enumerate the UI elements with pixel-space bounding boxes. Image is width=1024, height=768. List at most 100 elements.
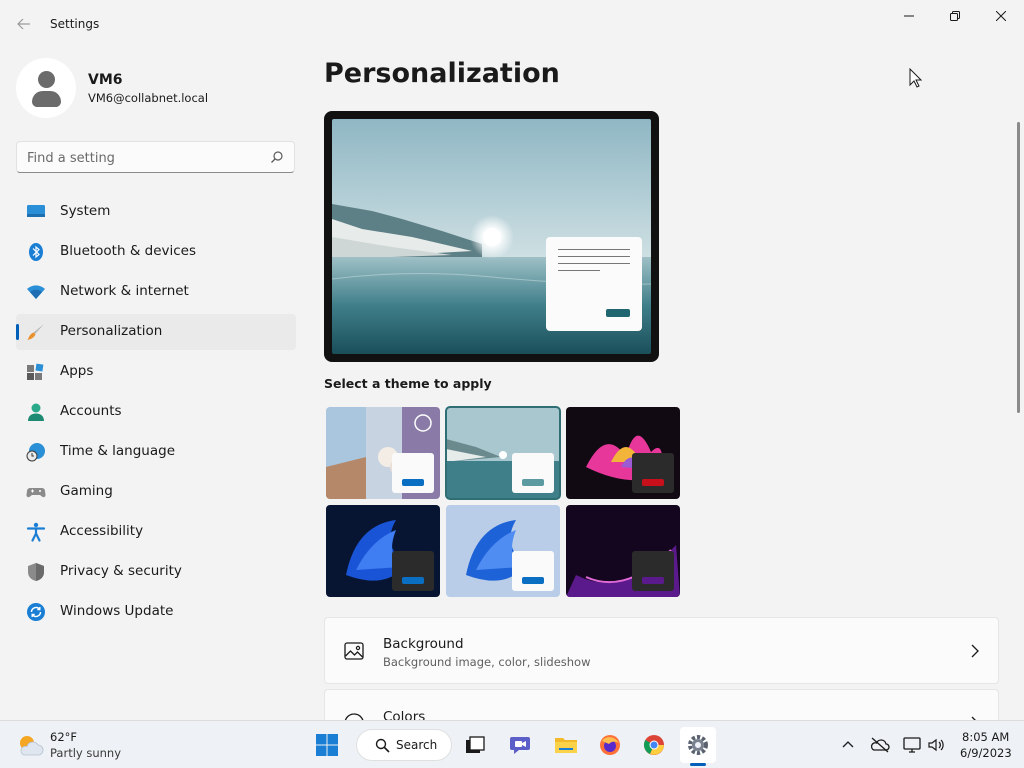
- theme-6-accent: [642, 577, 664, 584]
- search-icon: [271, 151, 283, 163]
- globe-clock-icon: [26, 443, 45, 462]
- preview-window: [546, 237, 642, 331]
- user-email: VM6@collabnet.local: [88, 91, 209, 105]
- scrollbar-thumb[interactable]: [1017, 122, 1020, 413]
- avatar[interactable]: [16, 58, 76, 118]
- firefox-icon: [600, 735, 620, 755]
- person-icon: [28, 403, 44, 421]
- chevron-right-icon: [971, 644, 979, 658]
- theme-tile-2[interactable]: [445, 406, 561, 500]
- gear-icon: [688, 735, 708, 755]
- mouse-cursor-icon: [909, 68, 923, 88]
- search-box[interactable]: [16, 141, 295, 173]
- minimize-icon: [904, 15, 914, 17]
- bluetooth-icon: [29, 243, 43, 261]
- wifi-icon: [27, 285, 45, 299]
- page-title: Personalization: [324, 58, 560, 89]
- theme-2-window: [512, 453, 554, 493]
- clock-date[interactable]: 6/9/2023: [960, 746, 1012, 760]
- sidebar-item-bluetooth[interactable]: Bluetooth & devices: [16, 234, 296, 270]
- back-button[interactable]: [12, 12, 36, 36]
- settings-taskbar-button[interactable]: [680, 727, 716, 763]
- theme-tile-1[interactable]: [326, 407, 440, 499]
- taskbar: 62°F Partly sunny Search 8:05 AM 6/9/202…: [0, 720, 1024, 768]
- task-view-button[interactable]: [457, 727, 493, 763]
- file-explorer-button[interactable]: [548, 727, 584, 763]
- theme-preview: [324, 111, 659, 362]
- weather-temperature: 62°F: [50, 730, 77, 744]
- avatar-body: [32, 91, 61, 107]
- active-app-indicator: [690, 763, 706, 766]
- sidebar-item-windows-update[interactable]: Windows Update: [16, 594, 296, 630]
- weather-description: Partly sunny: [50, 746, 122, 760]
- sidebar-item-label: Bluetooth & devices: [60, 243, 197, 259]
- theme-4-window: [392, 551, 434, 591]
- taskbar-search-label: Search: [396, 738, 438, 752]
- avatar-head: [38, 71, 55, 88]
- image-icon: [344, 642, 364, 660]
- window-title: Settings: [50, 17, 100, 31]
- theme-grid: [324, 405, 684, 597]
- firefox-button[interactable]: [592, 727, 628, 763]
- search-icon: [375, 738, 390, 753]
- sidebar-item-accounts[interactable]: Accounts: [16, 394, 296, 430]
- preview-wallpaper: [332, 119, 651, 354]
- sidebar-item-personalization[interactable]: Personalization: [16, 314, 296, 350]
- chevron-up-icon[interactable]: [838, 735, 858, 755]
- preview-line: [558, 263, 630, 264]
- restore-button[interactable]: [932, 0, 978, 32]
- network-wired-icon[interactable]: [902, 735, 922, 755]
- sidebar-item-label: Gaming: [60, 483, 113, 499]
- user-name: VM6: [88, 72, 123, 88]
- taskbar-search[interactable]: Search: [356, 729, 452, 761]
- task-view-icon: [466, 736, 485, 753]
- monitor-icon: [27, 205, 45, 217]
- preview-line: [558, 249, 630, 250]
- sidebar-item-label: Accounts: [60, 403, 122, 419]
- card-title: Background: [383, 636, 464, 652]
- sidebar-nav: System Bluetooth & devices Network & int…: [16, 194, 296, 634]
- preview-line: [558, 270, 600, 271]
- chrome-icon: [644, 735, 664, 755]
- sidebar-item-network[interactable]: Network & internet: [16, 274, 296, 310]
- sidebar-item-label: Windows Update: [60, 603, 174, 619]
- theme-tile-3[interactable]: [566, 407, 680, 499]
- background-setting-card[interactable]: Background Background image, color, slid…: [324, 617, 999, 684]
- close-icon: [996, 11, 1006, 21]
- onedrive-offline-icon[interactable]: [870, 735, 890, 755]
- search-input[interactable]: [27, 148, 267, 168]
- preview-line: [558, 256, 630, 257]
- theme-tile-4[interactable]: [326, 505, 440, 597]
- theme-tile-6[interactable]: [566, 505, 680, 597]
- theme-6-window: [632, 551, 674, 591]
- shield-icon: [28, 563, 44, 581]
- sidebar-item-accessibility[interactable]: Accessibility: [16, 514, 296, 550]
- sidebar-item-system[interactable]: System: [16, 194, 296, 230]
- card-subtitle: Background image, color, slideshow: [383, 655, 591, 669]
- preview-accent-button: [606, 309, 630, 317]
- close-button[interactable]: [978, 0, 1024, 32]
- teams-chat-button[interactable]: [503, 727, 539, 763]
- theme-1-window: [392, 453, 434, 493]
- theme-tile-5[interactable]: [446, 505, 560, 597]
- sidebar-item-apps[interactable]: Apps: [16, 354, 296, 390]
- start-button[interactable]: [309, 727, 345, 763]
- sidebar-item-label: Privacy & security: [60, 563, 182, 579]
- sidebar-item-label: Network & internet: [60, 283, 189, 299]
- sidebar-item-time-language[interactable]: Time & language: [16, 434, 296, 470]
- clock-time[interactable]: 8:05 AM: [962, 730, 1009, 744]
- sidebar-item-label: Accessibility: [60, 523, 144, 539]
- chrome-button[interactable]: [636, 727, 672, 763]
- partly-sunny-icon[interactable]: [16, 731, 44, 759]
- paintbrush-icon: [27, 324, 44, 340]
- theme-3-window: [632, 453, 674, 493]
- minimize-button[interactable]: [886, 0, 932, 32]
- theme-3-accent: [642, 479, 664, 486]
- sidebar-item-privacy[interactable]: Privacy & security: [16, 554, 296, 590]
- apps-icon: [27, 363, 44, 380]
- title-bar: Settings: [0, 0, 1024, 48]
- theme-5-window: [512, 551, 554, 591]
- volume-icon[interactable]: [926, 735, 946, 755]
- theme-section-label: Select a theme to apply: [324, 376, 492, 391]
- sidebar-item-gaming[interactable]: Gaming: [16, 474, 296, 510]
